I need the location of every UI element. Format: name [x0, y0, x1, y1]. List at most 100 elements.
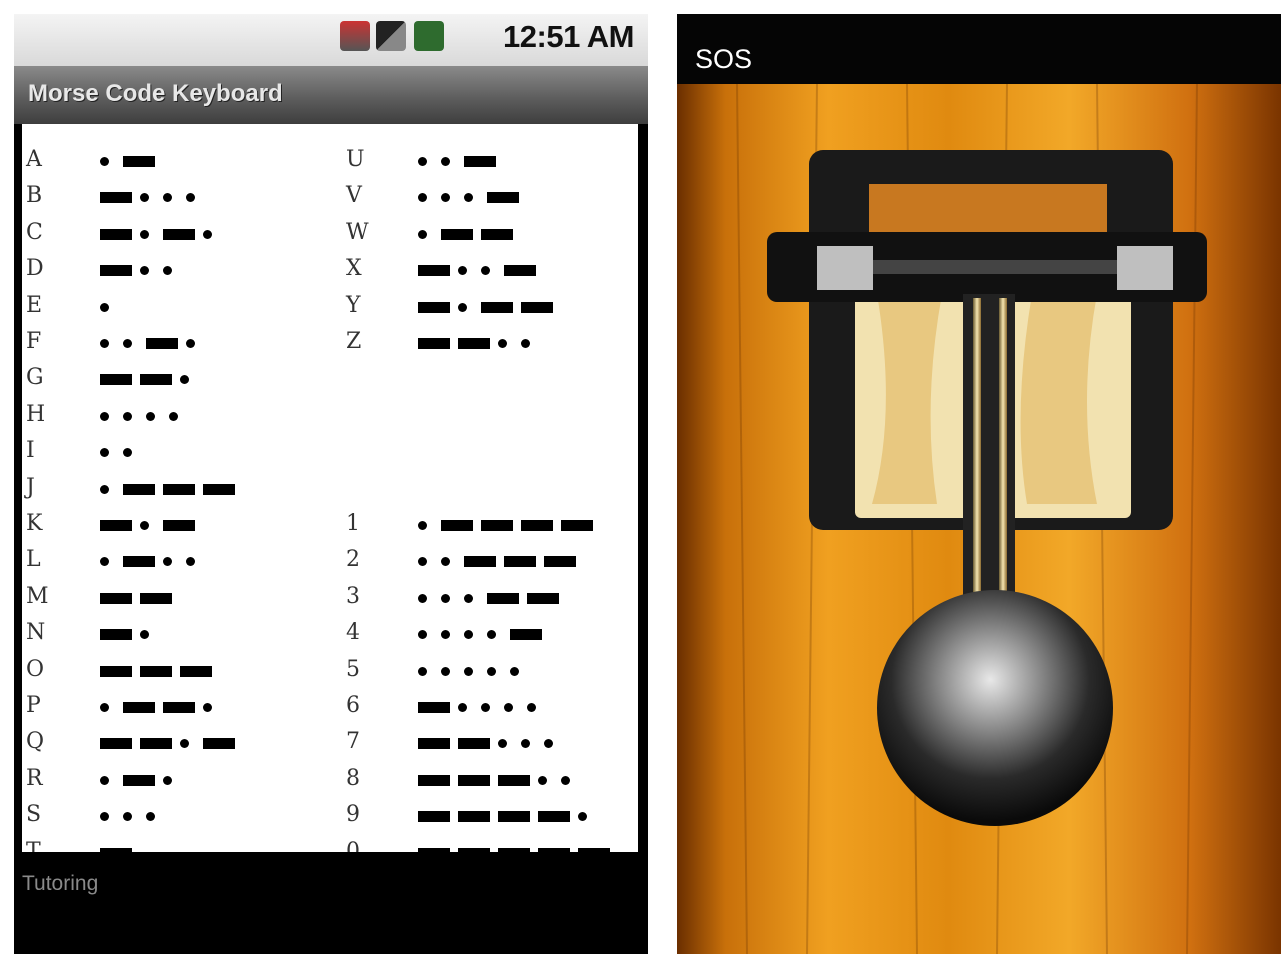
morse-row-p[interactable]: P	[26, 688, 334, 724]
morse-code-table[interactable]: ABCDEFGHIJKLMNOPQRST UVWXYZ 1 2 3 4 5 6 7 8 9 0	[22, 124, 638, 852]
morse-row-i[interactable]: I	[26, 433, 334, 469]
morse-row-9[interactable]: 9	[346, 797, 638, 833]
app-title: Morse Code Keyboard	[28, 80, 283, 107]
morse-dot	[100, 557, 109, 567]
morse-dot	[100, 703, 109, 712]
morse-dot	[100, 484, 109, 494]
morse-row-b[interactable]: B	[26, 178, 334, 214]
morse-dash	[140, 592, 172, 604]
morse-dot	[180, 739, 189, 749]
morse-row-c[interactable]: C	[26, 215, 334, 251]
morse-row-2[interactable]: 2	[346, 542, 638, 578]
morse-row-r[interactable]: R	[26, 761, 334, 797]
battery-icon	[414, 21, 444, 51]
morse-dot	[481, 266, 490, 276]
morse-dot	[498, 339, 507, 348]
morse-dash	[163, 228, 195, 240]
morse-row-0[interactable]: 0	[346, 834, 638, 852]
signal-icon	[376, 21, 406, 51]
morse-row-1[interactable]: 1	[346, 506, 638, 542]
morse-row-z[interactable]: Z	[346, 324, 638, 360]
morse-dash	[100, 665, 132, 677]
morse-row-a[interactable]: A	[26, 142, 334, 178]
morse-char: N	[26, 620, 46, 646]
morse-dot	[487, 630, 496, 640]
morse-row-m[interactable]: M	[26, 579, 334, 615]
morse-dash	[504, 265, 536, 277]
morse-char: I	[26, 438, 35, 464]
morse-row-h[interactable]: H	[26, 397, 334, 433]
morse-dash	[481, 228, 513, 240]
morse-char: F	[26, 329, 42, 354]
morse-dash	[441, 520, 473, 531]
morse-char: 6	[346, 693, 360, 718]
morse-row-6[interactable]: 6	[346, 688, 638, 724]
morse-dot	[464, 666, 473, 676]
morse-char: 3	[346, 583, 360, 609]
morse-row-d[interactable]: D	[26, 251, 334, 287]
morse-row-e[interactable]: E	[26, 288, 334, 324]
morse-dot	[123, 812, 132, 822]
morse-dot	[464, 193, 473, 203]
morse-char: Q	[26, 729, 45, 755]
morse-row-w[interactable]: W	[346, 215, 638, 251]
morse-char: 1	[346, 511, 360, 536]
morse-row-s[interactable]: S	[26, 797, 334, 833]
morse-dash	[498, 774, 530, 786]
morse-row-y[interactable]: Y	[346, 288, 638, 324]
morse-row-x[interactable]: X	[346, 251, 638, 287]
pivot-left	[817, 246, 873, 290]
morse-dash	[123, 483, 155, 495]
morse-char: C	[26, 219, 43, 245]
morse-dash	[418, 338, 450, 349]
morse-dash	[123, 556, 155, 568]
morse-char: R	[26, 765, 43, 791]
morse-row-3[interactable]: 3	[346, 579, 638, 615]
morse-row-f[interactable]: F	[26, 324, 334, 360]
morse-row-l[interactable]: L	[26, 542, 334, 578]
morse-dash	[100, 629, 132, 641]
lever-spring-right	[999, 298, 1007, 618]
morse-row-u[interactable]: U	[346, 142, 638, 178]
morse-row-o[interactable]: O	[26, 652, 334, 688]
morse-row-k[interactable]: K	[26, 506, 334, 542]
morse-dash	[458, 338, 490, 349]
morse-row-4[interactable]: 4	[346, 615, 638, 651]
morse-row-5[interactable]: 5	[346, 652, 638, 688]
morse-dot	[458, 703, 467, 712]
morse-dash	[203, 483, 235, 495]
morse-row-v[interactable]: V	[346, 178, 638, 214]
morse-row-8[interactable]: 8	[346, 761, 638, 797]
morse-dash	[418, 265, 450, 277]
key-knob[interactable]	[877, 590, 1113, 826]
morse-dot	[140, 521, 149, 530]
morse-dash	[100, 738, 132, 750]
morse-dot	[521, 339, 530, 348]
morse-row-g[interactable]: G	[26, 360, 334, 396]
morse-char: V	[346, 183, 362, 209]
morse-dot	[418, 521, 427, 530]
status-bar: 12:51 AM	[14, 14, 648, 66]
morse-dot	[100, 339, 109, 348]
morse-dash	[521, 301, 553, 313]
morse-dot	[441, 193, 450, 203]
morse-char: 9	[346, 802, 360, 828]
morse-dot	[464, 593, 473, 603]
morse-dot	[418, 193, 427, 203]
morse-row-7[interactable]: 7	[346, 724, 638, 760]
morse-dash	[100, 228, 132, 240]
morse-keyboard-screen: 12:51 AM Morse Code Keyboard ABCDEFGHIJK…	[14, 14, 648, 954]
app-title-bar: Morse Code Keyboard	[14, 66, 648, 124]
morse-dot	[186, 557, 195, 567]
morse-row-t[interactable]: T	[26, 834, 334, 852]
morse-dot	[418, 157, 427, 166]
morse-dash	[441, 228, 473, 240]
morse-row-j[interactable]: J	[26, 470, 334, 506]
morse-dash	[498, 811, 530, 823]
morse-row-q[interactable]: Q	[26, 724, 334, 760]
morse-dot	[544, 739, 553, 749]
morse-dot	[100, 302, 109, 312]
morse-dash	[100, 374, 132, 386]
morse-row-n[interactable]: N	[26, 615, 334, 651]
morse-dash	[418, 738, 450, 750]
